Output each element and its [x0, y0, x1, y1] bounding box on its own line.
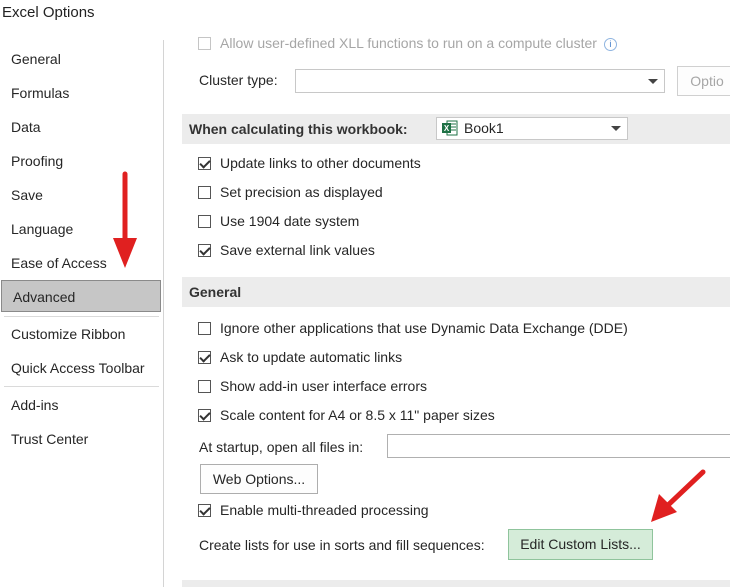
- startup-folder-label: At startup, open all files in:: [199, 439, 364, 455]
- startup-folder-input[interactable]: [387, 434, 730, 458]
- scale-content-label: Scale content for A4 or 8.5 x 11" paper …: [220, 407, 495, 423]
- ask-update-links-label: Ask to update automatic links: [220, 349, 403, 365]
- workbook-select[interactable]: X Book1: [436, 117, 628, 140]
- update-links-checkbox[interactable]: [198, 157, 211, 170]
- cluster-type-dropdown[interactable]: [295, 69, 665, 93]
- ignore-dde-option[interactable]: Ignore other applications that use Dynam…: [198, 317, 628, 339]
- show-addin-errors-checkbox[interactable]: [198, 380, 211, 393]
- scale-content-option[interactable]: Scale content for A4 or 8.5 x 11" paper …: [198, 404, 495, 426]
- cluster-type-label: Cluster type:: [199, 72, 278, 88]
- sidebar-divider: [4, 316, 159, 317]
- sidebar-item-formulas[interactable]: Formulas: [0, 77, 160, 109]
- title-bar: Excel Options: [0, 0, 730, 30]
- chevron-down-icon: [648, 79, 658, 84]
- date-1904-checkbox[interactable]: [198, 215, 211, 228]
- ignore-dde-checkbox[interactable]: [198, 322, 211, 335]
- save-external-link-checkbox[interactable]: [198, 244, 211, 257]
- scale-content-checkbox[interactable]: [198, 409, 211, 422]
- sidebar-item-advanced[interactable]: Advanced: [1, 280, 161, 312]
- set-precision-label: Set precision as displayed: [220, 184, 383, 200]
- svg-text:X: X: [444, 124, 450, 133]
- sidebar-item-customize-ribbon[interactable]: Customize Ribbon: [0, 318, 160, 350]
- save-external-link-label: Save external link values: [220, 242, 375, 258]
- next-section-header-partial: [182, 580, 730, 587]
- sidebar-item-trust-center[interactable]: Trust Center: [0, 423, 160, 455]
- date-1904-label: Use 1904 date system: [220, 213, 360, 229]
- save-external-link-option[interactable]: Save external link values: [198, 239, 375, 261]
- set-precision-checkbox[interactable]: [198, 186, 211, 199]
- general-section-header: General: [182, 277, 730, 307]
- general-section-header-label: General: [189, 284, 242, 300]
- show-addin-errors-label: Show add-in user interface errors: [220, 378, 427, 394]
- sidebar-item-quick-access-toolbar[interactable]: Quick Access Toolbar: [0, 352, 160, 384]
- web-options-button[interactable]: Web Options...: [200, 464, 318, 494]
- edit-custom-lists-button[interactable]: Edit Custom Lists...: [508, 529, 653, 560]
- custom-lists-label: Create lists for use in sorts and fill s…: [199, 537, 485, 553]
- annotation-arrow-down: [113, 171, 137, 268]
- cluster-options-button[interactable]: Optio: [677, 66, 730, 96]
- xll-compute-cluster-checkbox[interactable]: [198, 37, 211, 50]
- workbook-calculation-header-label: When calculating this workbook:: [189, 121, 408, 137]
- workbook-select-value: Book1: [464, 120, 504, 136]
- multithreaded-checkbox[interactable]: [198, 504, 211, 517]
- show-addin-errors-option[interactable]: Show add-in user interface errors: [198, 375, 427, 397]
- window-title: Excel Options: [2, 4, 95, 21]
- info-icon: i: [603, 38, 617, 51]
- multithreaded-option[interactable]: Enable multi-threaded processing: [198, 499, 429, 521]
- update-links-label: Update links to other documents: [220, 155, 421, 171]
- sidebar-item-add-ins[interactable]: Add-ins: [0, 389, 160, 421]
- xll-compute-cluster-label: Allow user-defined XLL functions to run …: [220, 35, 597, 51]
- sidebar-item-general[interactable]: General: [0, 43, 160, 75]
- set-precision-option[interactable]: Set precision as displayed: [198, 181, 383, 203]
- ask-update-links-checkbox[interactable]: [198, 351, 211, 364]
- xll-compute-cluster-option[interactable]: Allow user-defined XLL functions to run …: [198, 32, 617, 54]
- ignore-dde-label: Ignore other applications that use Dynam…: [220, 320, 628, 336]
- date-1904-option[interactable]: Use 1904 date system: [198, 210, 359, 232]
- excel-workbook-icon: X: [442, 120, 458, 136]
- chevron-down-icon: [611, 126, 621, 131]
- update-links-option[interactable]: Update links to other documents: [198, 152, 421, 174]
- sidebar: General Formulas Data Proofing Save Lang…: [0, 40, 164, 587]
- annotation-arrow-diagonal: [651, 469, 706, 522]
- sidebar-item-data[interactable]: Data: [0, 111, 160, 143]
- multithreaded-label: Enable multi-threaded processing: [220, 502, 429, 518]
- sidebar-divider: [4, 386, 159, 387]
- ask-update-links-option[interactable]: Ask to update automatic links: [198, 346, 402, 368]
